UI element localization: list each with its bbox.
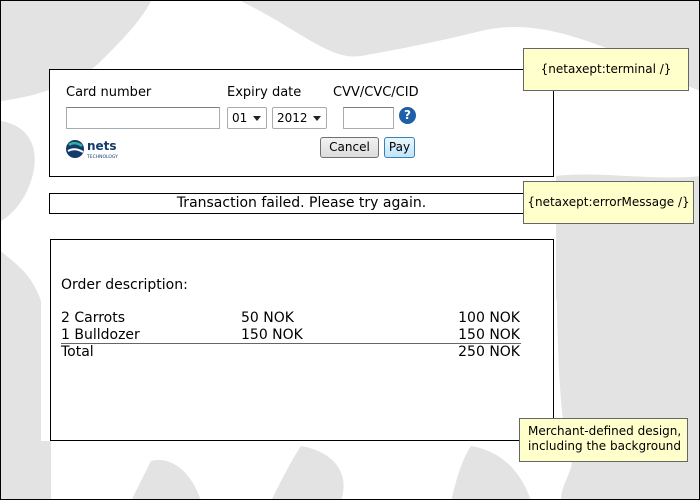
- error-callout: {netaxept:errorMessage /}: [523, 181, 694, 224]
- terminal-callout: {netaxept:terminal /}: [523, 48, 689, 91]
- cancel-button[interactable]: Cancel: [320, 137, 379, 158]
- order-item-name: 2 Carrots: [61, 310, 126, 326]
- error-message: Transaction failed. Please try again.: [176, 195, 427, 211]
- logo-subtext: TECHNOLOGY: [86, 154, 118, 160]
- order-item-total: 150 NOK: [458, 327, 520, 343]
- order-item-name: 1 Bulldozer: [61, 327, 140, 343]
- chevron-down-icon: [313, 116, 321, 121]
- cvv-label: CVV/CVC/CID: [333, 85, 419, 100]
- merchant-callout-line2: including the background: [528, 439, 681, 453]
- expiry-date-label: Expiry date: [227, 85, 302, 100]
- expiry-month-value: 01: [232, 111, 248, 125]
- order-total-divider: [61, 343, 521, 344]
- pay-button[interactable]: Pay: [384, 137, 415, 158]
- logo-text: nets: [87, 139, 117, 153]
- order-total-value: 250 NOK: [458, 344, 520, 360]
- terminal-callout-text: {netaxept:terminal /}: [540, 62, 672, 76]
- page-background: Card number Expiry date 01 2012 CVV/CVC/…: [0, 0, 700, 500]
- order-heading: Order description:: [61, 277, 188, 293]
- expiry-year-select[interactable]: 2012: [272, 107, 327, 129]
- card-number-label: Card number: [66, 85, 152, 100]
- order-description-box: Order description: 2 Carrots 50 NOK 100 …: [50, 239, 554, 441]
- chevron-down-icon: [253, 116, 261, 121]
- nets-logo: nets TECHNOLOGY: [66, 139, 118, 160]
- card-number-input[interactable]: [66, 107, 220, 129]
- order-total-label: Total: [61, 344, 94, 360]
- order-item-unit-price: 50 NOK: [241, 310, 294, 326]
- payment-terminal: Card number Expiry date 01 2012 CVV/CVC/…: [49, 69, 554, 177]
- order-item-unit-price: 150 NOK: [241, 327, 303, 343]
- merchant-callout-line1: Merchant-defined design,: [528, 424, 682, 438]
- order-item-total: 100 NOK: [458, 310, 520, 326]
- help-icon[interactable]: ?: [399, 107, 416, 124]
- expiry-month-select[interactable]: 01: [227, 107, 267, 129]
- error-message-box: Transaction failed. Please try again.: [49, 193, 554, 214]
- merchant-design-callout: Merchant-defined design, including the b…: [519, 418, 688, 462]
- cvv-input[interactable]: [343, 107, 394, 129]
- error-callout-text: {netaxept:errorMessage /}: [527, 195, 690, 209]
- expiry-year-value: 2012: [277, 111, 308, 125]
